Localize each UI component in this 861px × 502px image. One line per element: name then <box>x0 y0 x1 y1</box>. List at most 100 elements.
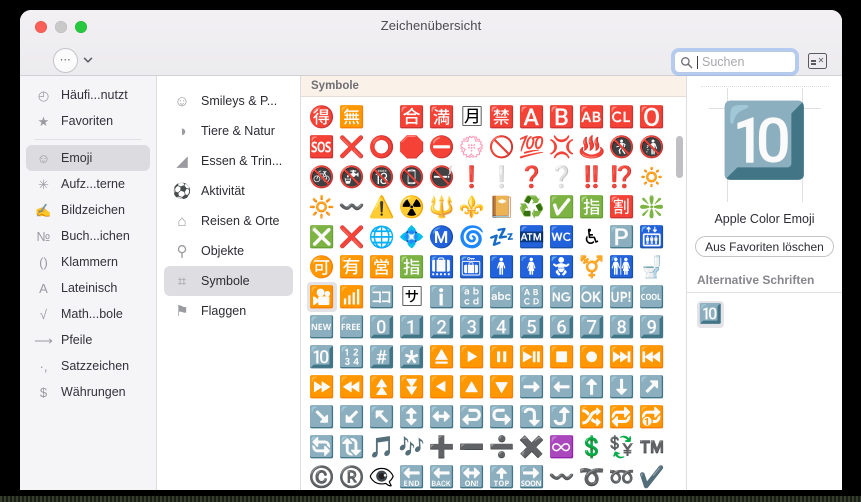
glyph-cell[interactable]: 🔛 <box>457 462 487 490</box>
glyph-cell[interactable]: ⏺️ <box>577 342 607 372</box>
glyph-cell[interactable]: ♿ <box>577 222 607 252</box>
glyph-cell[interactable]: ☢️ <box>397 192 427 222</box>
glyph-cell[interactable]: ⚠️ <box>367 192 397 222</box>
sidebar-item-pfeile[interactable]: ⟶ Pfeile <box>26 327 150 353</box>
glyph-cell[interactable]: ⏪ <box>337 372 367 402</box>
glyph-cell[interactable]: 🚽 <box>637 252 667 282</box>
sidebar-item-buch-ichen[interactable]: № Buch...ichen <box>26 223 150 249</box>
scrollbar-thumb[interactable] <box>676 136 683 178</box>
sidebar-item-math-bole[interactable]: √ Math...bole <box>26 301 150 327</box>
glyph-cell[interactable]: ⭕ <box>367 132 397 162</box>
glyph-cell[interactable]: ❇️ <box>637 192 667 222</box>
glyph-cell[interactable]: 🔡 <box>457 282 487 312</box>
glyph-cell[interactable]: ↩️ <box>457 402 487 432</box>
glyph-cell[interactable]: 🔂 <box>637 402 667 432</box>
glyph-cell[interactable]: 🚱 <box>337 162 367 192</box>
glyph-cell[interactable]: 💱 <box>607 432 637 462</box>
glyph-cell[interactable]: ✔️ <box>637 462 667 490</box>
glyph-cell[interactable]: ♻️ <box>517 192 547 222</box>
glyph-cell[interactable]: ❕ <box>487 162 517 192</box>
glyph-cell[interactable]: ➿ <box>607 462 637 490</box>
sidebar-item-favoriten[interactable]: ★ Favoriten <box>26 108 150 134</box>
glyph-cell[interactable]: #️⃣ <box>367 342 397 372</box>
glyph-cell[interactable]: 🔱 <box>427 192 457 222</box>
category-item-reisen-orte[interactable]: ⌂ Reisen & Orte <box>164 206 293 236</box>
glyph-cell[interactable]: 🛅 <box>457 252 487 282</box>
glyph-cell[interactable]: 🚹 <box>487 252 517 282</box>
glyph-cell[interactable]: 🈚 <box>337 102 367 132</box>
glyph-cell[interactable]: ⤴️ <box>547 402 577 432</box>
glyph-cell[interactable]: ⚜️ <box>457 192 487 222</box>
glyph-cell[interactable]: ➕ <box>427 432 457 462</box>
category-item-flaggen[interactable]: ⚑ Flaggen <box>164 296 293 326</box>
glyph-cell[interactable]: 🅰️ <box>517 102 547 132</box>
glyph-cell[interactable]: ➡️ <box>517 372 547 402</box>
glyph-cell[interactable]: ⏫ <box>367 372 397 402</box>
glyph-cell[interactable]: ❌ <box>337 222 367 252</box>
glyph-cell[interactable]: 🚼 <box>547 252 577 282</box>
glyph-cell[interactable]: 1️⃣ <box>397 312 427 342</box>
sidebar-item-satzzeichen[interactable]: ·, Satzzeichen <box>26 353 150 379</box>
glyph-cell[interactable]: 🎶 <box>397 432 427 462</box>
glyph-cell[interactable]: *️⃣ <box>397 342 427 372</box>
glyph-cell[interactable]: 🔢 <box>337 342 367 372</box>
glyph-cell[interactable]: 🏧 <box>517 222 547 252</box>
glyph-cell[interactable]: ↙️ <box>337 402 367 432</box>
glyph-cell[interactable]: 🌐 <box>367 222 397 252</box>
glyph-cell[interactable]: ❔ <box>547 162 577 192</box>
glyph-cell[interactable]: 🔠 <box>517 282 547 312</box>
glyph-cell[interactable]: 🔜 <box>517 462 547 490</box>
glyph-cell[interactable]: ↕️ <box>397 402 427 432</box>
glyph-cell[interactable]: 💠 <box>397 222 427 252</box>
glyph-cell[interactable]: 🛑 <box>397 132 427 162</box>
glyph-cell[interactable]: 🆎 <box>577 102 607 132</box>
glyph-cell[interactable]: ◀️ <box>427 372 457 402</box>
glyph-cell[interactable]: 🈷 <box>457 102 487 132</box>
glyph-cell[interactable]: ℹ️ <box>427 282 457 312</box>
glyph-cell[interactable]: ⏸️ <box>487 342 517 372</box>
category-item-essen-trin[interactable]: ◢ Essen & Trin... <box>164 146 293 176</box>
glyph-cell[interactable]: 🆒 <box>637 282 667 312</box>
glyph-cell[interactable]: ™️ <box>637 432 667 462</box>
glyph-cell[interactable]: 🈲 <box>487 102 517 132</box>
glyph-cell[interactable]: ↪️ <box>487 402 517 432</box>
glyph-cell[interactable]: 🔆 <box>307 192 337 222</box>
search-input[interactable]: Suchen <box>674 51 796 73</box>
glyph-cell[interactable]: 🅾️ <box>637 102 667 132</box>
glyph-cell[interactable]: 4️⃣ <box>487 312 517 342</box>
category-item-objekte[interactable]: ⚲ Objekte <box>164 236 293 266</box>
glyph-cell[interactable]: ⏭️ <box>607 342 637 372</box>
glyph-cell[interactable]: ❓ <box>517 162 547 192</box>
glyph-cell[interactable]: 🆑 <box>607 102 637 132</box>
glyph-cell[interactable]: 7️⃣ <box>577 312 607 342</box>
glyph-cell[interactable]: 🅱️ <box>547 102 577 132</box>
glyph-cell[interactable]: 📔 <box>487 192 517 222</box>
glyph-cell[interactable]: 🉐 <box>307 102 337 132</box>
sidebar-item-aufz-terne[interactable]: ✳ Aufz...terne <box>26 171 150 197</box>
glyph-cell[interactable]: 🈶 <box>337 252 367 282</box>
glyph-cell[interactable]: ⛔ <box>427 132 457 162</box>
glyph-cell[interactable]: 5️⃣ <box>517 312 547 342</box>
glyph-cell[interactable]: 🚻 <box>607 252 637 282</box>
glyph-cell[interactable]: 🎵 <box>367 432 397 462</box>
sidebar-item-w-hrungen[interactable]: $ Währungen <box>26 379 150 405</box>
glyph-cell[interactable]: ⬇️ <box>607 372 637 402</box>
glyph-cell[interactable]: 🛗 <box>637 222 667 252</box>
glyph-cell[interactable]: ➗ <box>487 432 517 462</box>
glyph-cell[interactable]: ⁉️ <box>607 162 637 192</box>
glyph-cell[interactable]: ➰ <box>577 462 607 490</box>
glyph-cell[interactable]: ⚧️ <box>577 252 607 282</box>
chevron-down-icon[interactable] <box>82 54 94 66</box>
action-menu-button[interactable]: ⋯ <box>53 48 78 73</box>
sidebar-item-klammern[interactable]: () Klammern <box>26 249 150 275</box>
glyph-cell[interactable]: 🚾 <box>547 222 577 252</box>
glyph-cell[interactable]: 💲 <box>577 432 607 462</box>
sidebar-item-bildzeichen[interactable]: ✍ Bildzeichen <box>26 197 150 223</box>
sidebar-item-h-ufi-nutzt[interactable]: ◴ Häufi...nutzt <box>26 82 150 108</box>
glyph-cell[interactable]: 9️⃣ <box>637 312 667 342</box>
glyph-cell[interactable]: 🈂 <box>397 282 427 312</box>
glyph-cell[interactable]: 🈺 <box>367 252 397 282</box>
glyph-cell[interactable]: 💯 <box>517 132 547 162</box>
glyph-cell[interactable]: 0️⃣ <box>367 312 397 342</box>
glyph-cell[interactable]: ↗️ <box>637 372 667 402</box>
